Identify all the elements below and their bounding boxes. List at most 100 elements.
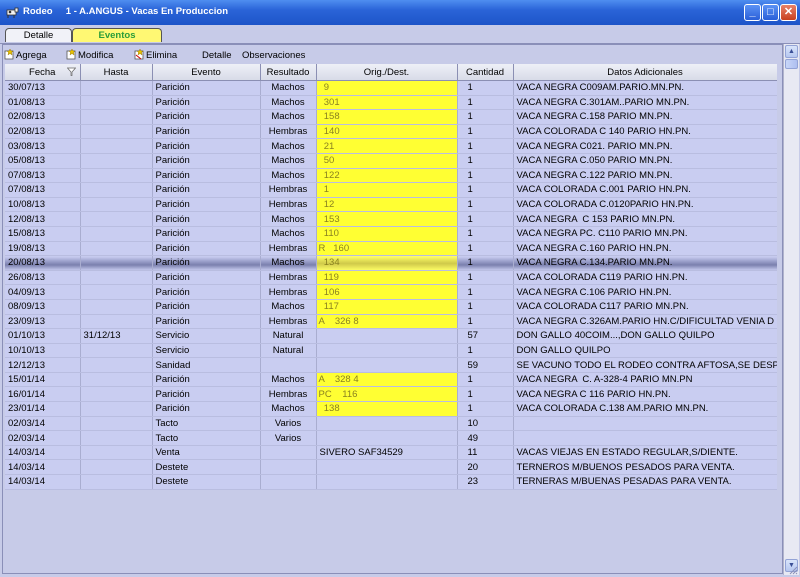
tab-detalle[interactable]: Detalle (5, 28, 72, 42)
cell-evento[interactable]: Tacto (152, 430, 261, 446)
cell-fecha[interactable]: 05/08/13 (5, 153, 81, 169)
cell-evento[interactable]: Parición (152, 182, 261, 198)
cell-cantidad[interactable]: 1 (457, 211, 514, 227)
cell-evento[interactable]: Parición (152, 168, 261, 184)
table-row[interactable]: 02/08/13 Parición Machos 158 1 VACA NEGRA C.… (5, 109, 777, 125)
table-row[interactable]: 01/10/13 31/12/13 Servicio Natural 57 DON GAL… (5, 328, 777, 344)
cell-resultado[interactable]: Natural (260, 328, 317, 344)
table-row[interactable]: 07/08/13 Parición Hembras 1 1 VACA COLORADA … (5, 182, 777, 198)
table-row[interactable]: 02/08/13 Parición Hembras 140 1 VACA COLORAD… (5, 124, 777, 140)
cell-cantidad[interactable]: 11 (457, 445, 514, 461)
cell-resultado[interactable]: Hembras (260, 386, 317, 403)
cell-evento[interactable]: Venta (152, 445, 261, 461)
cell-datos-adicionales[interactable]: VACA NEGRA C 116 PARIO HN.PN. (513, 386, 777, 403)
cell-cantidad[interactable]: 1 (457, 226, 514, 242)
cell-fecha[interactable]: 14/03/14 (5, 459, 81, 476)
cell-cantidad[interactable]: 1 (457, 284, 514, 300)
cell-cantidad[interactable]: 1 (457, 241, 514, 257)
vertical-scrollbar[interactable]: ▲ ▼ (783, 44, 799, 575)
cell-evento[interactable]: Parición (152, 226, 261, 242)
table-row-selected[interactable]: 20/08/13 Parición Machos 134 1 VACA NEGRA C.… (5, 255, 777, 271)
cell-resultado[interactable] (260, 474, 317, 490)
cell-orig-dest[interactable]: 117 (316, 299, 458, 315)
cell-datos-adicionales[interactable]: VACA NEGRA C.122 PARIO MN.PN. (513, 168, 777, 184)
cell-cantidad[interactable]: 1 (457, 153, 514, 169)
cell-hasta[interactable] (80, 124, 153, 140)
cell-hasta[interactable] (80, 357, 153, 373)
cell-orig-dest[interactable] (316, 430, 458, 446)
cell-hasta[interactable] (80, 284, 153, 300)
cell-cantidad[interactable]: 1 (457, 314, 514, 330)
cell-evento[interactable]: Parición (152, 284, 261, 300)
cell-orig-dest[interactable]: 12 (316, 197, 458, 213)
table-row[interactable]: 26/08/13 Parición Hembras 119 1 VACA COLORAD… (5, 270, 777, 286)
cell-evento[interactable]: Parición (152, 124, 261, 140)
cell-datos-adicionales[interactable]: VACA COLORADA C 140 PARIO HN.PN. (513, 124, 777, 140)
cell-orig-dest[interactable]: 1 (316, 182, 458, 198)
cell-resultado[interactable]: Machos (260, 109, 317, 125)
cell-orig-dest[interactable] (316, 459, 458, 476)
cell-datos-adicionales[interactable]: VACA NEGRA PC. C110 PARIO MN.PN. (513, 226, 777, 242)
cell-resultado[interactable]: Machos (260, 372, 317, 388)
cell-evento[interactable]: Destete (152, 459, 261, 476)
cell-resultado[interactable]: Machos (260, 80, 317, 96)
cell-fecha[interactable]: 01/08/13 (5, 95, 81, 111)
cell-evento[interactable]: Parición (152, 153, 261, 169)
cell-evento[interactable]: Parición (152, 299, 261, 315)
cell-fecha[interactable]: 02/03/14 (5, 430, 81, 446)
cell-datos-adicionales[interactable]: VACA NEGRA C009AM.PARIO.MN.PN. (513, 80, 777, 96)
cell-cantidad[interactable]: 1 (457, 168, 514, 184)
cell-orig-dest[interactable]: A 328 4 (316, 372, 458, 388)
cell-orig-dest[interactable]: 122 (316, 168, 458, 184)
cell-resultado[interactable]: Machos (260, 299, 317, 315)
title-bar[interactable]: Rodeo 1 - A.ANGUS - Vacas En Produccion … (0, 0, 800, 25)
cell-fecha[interactable]: 08/09/13 (5, 299, 81, 315)
cell-evento[interactable]: Parición (152, 80, 261, 96)
cell-cantidad[interactable]: 1 (457, 401, 514, 417)
cell-orig-dest[interactable]: 50 (316, 153, 458, 169)
cell-datos-adicionales[interactable]: VACA COLORADA C.0120PARIO HN.PN. (513, 197, 777, 213)
table-row[interactable]: 02/03/14 Tacto Varios 49 (5, 430, 777, 446)
cell-fecha[interactable]: 23/09/13 (5, 314, 81, 330)
cell-hasta[interactable] (80, 138, 153, 154)
cell-datos-adicionales[interactable]: VACA NEGRA C.106 PARIO HN.PN. (513, 284, 777, 300)
cell-fecha[interactable]: 10/10/13 (5, 343, 81, 359)
cell-fecha[interactable]: 14/03/14 (5, 474, 81, 490)
cell-resultado[interactable]: Machos (260, 153, 317, 169)
cell-resultado[interactable]: Machos (260, 95, 317, 111)
cell-datos-adicionales[interactable]: VACA COLORADA C119 PARIO HN.PN. (513, 270, 777, 286)
table-row[interactable]: 03/08/13 Parición Machos 21 1 VACA NEGRA C02… (5, 138, 777, 154)
cell-datos-adicionales[interactable]: SE VACUNO TODO EL RODEO CONTRA AFTOSA,SE… (513, 357, 777, 373)
cell-hasta[interactable] (80, 211, 153, 227)
cell-orig-dest[interactable]: 21 (316, 138, 458, 154)
table-row[interactable]: 14/03/14 Destete 20 TERNEROS M/BUENOS PESAD… (5, 459, 777, 476)
maximize-button[interactable]: □ (762, 4, 779, 21)
cell-evento[interactable]: Parición (152, 255, 261, 271)
cell-orig-dest[interactable]: 134 (316, 255, 458, 271)
cell-evento[interactable]: Parición (152, 401, 261, 417)
cell-fecha[interactable]: 20/08/13 (5, 255, 81, 271)
cell-datos-adicionales[interactable]: VACA NEGRA C.301AM..PARIO MN.PN. (513, 95, 777, 111)
col-datos-adicionales[interactable]: Datos Adicionales (513, 64, 777, 81)
cell-datos-adicionales[interactable] (513, 416, 777, 432)
cell-orig-dest[interactable]: 119 (316, 270, 458, 286)
cell-datos-adicionales[interactable]: VACA COLORADA C117 PARIO MN.PN. (513, 299, 777, 315)
cell-fecha[interactable]: 04/09/13 (5, 284, 81, 300)
cell-datos-adicionales[interactable]: VACA NEGRA C.050 PARIO MN.PN. (513, 153, 777, 169)
cell-orig-dest[interactable]: 301 (316, 95, 458, 111)
cell-resultado[interactable]: Varios (260, 430, 317, 446)
cell-fecha[interactable]: 07/08/13 (5, 168, 81, 184)
cell-resultado[interactable]: Hembras (260, 197, 317, 213)
cell-cantidad[interactable]: 59 (457, 357, 514, 373)
cell-datos-adicionales[interactable]: VACA COLORADA C.001 PARIO HN.PN. (513, 182, 777, 198)
cell-resultado[interactable]: Hembras (260, 241, 317, 257)
cell-fecha[interactable]: 01/10/13 (5, 328, 81, 344)
cell-resultado[interactable]: Machos (260, 211, 317, 227)
cell-resultado[interactable]: Machos (260, 255, 317, 271)
cell-fecha[interactable]: 23/01/14 (5, 401, 81, 417)
cell-hasta[interactable] (80, 401, 153, 417)
col-resultado[interactable]: Resultado (260, 64, 317, 81)
cell-cantidad[interactable]: 10 (457, 416, 514, 432)
table-row[interactable]: 04/09/13 Parición Hembras 106 1 VACA NEGRA C… (5, 284, 777, 300)
cell-evento[interactable]: Parición (152, 386, 261, 403)
